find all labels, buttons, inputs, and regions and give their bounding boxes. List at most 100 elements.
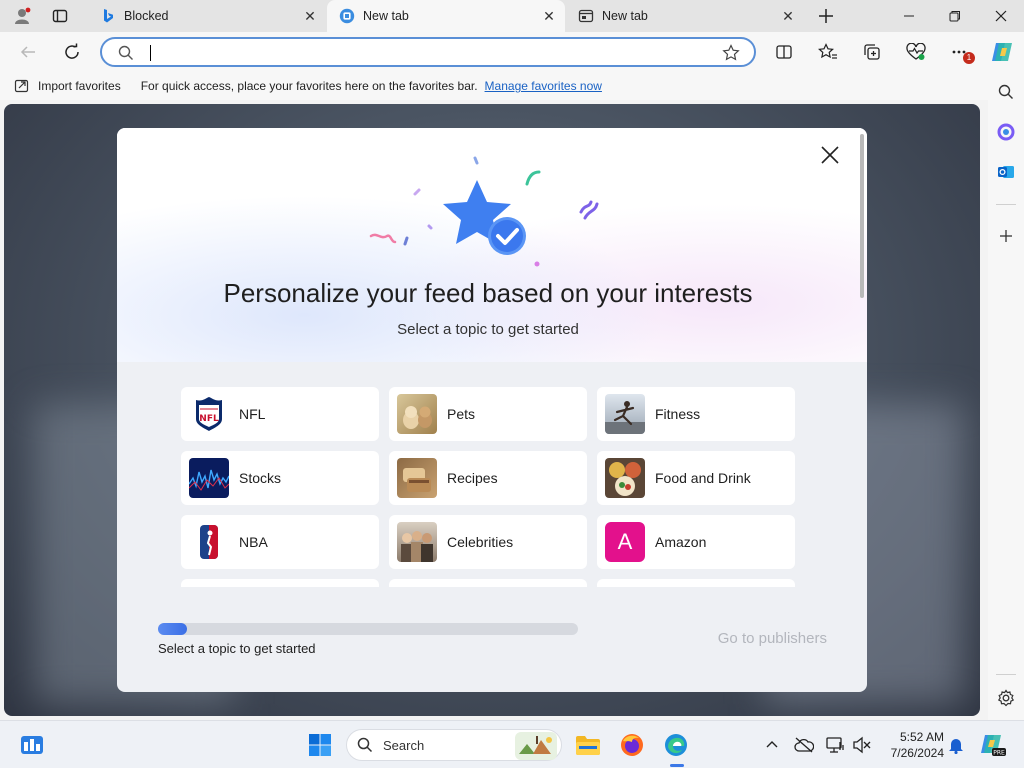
refresh-button[interactable] [58,38,86,66]
amazon-letter: A [617,529,633,554]
topic-nfl[interactable]: NFL NFL [181,387,379,441]
outlook-icon [998,166,1014,178]
copilot-button[interactable] [988,38,1016,66]
topic-celebrities[interactable]: Celebrities [389,515,587,569]
new-tab-button[interactable] [812,4,840,28]
tab-title: New tab [363,9,409,23]
show-hidden-icons-button[interactable] [762,735,782,755]
edge-icon [665,734,687,756]
progress-text: Select a topic to get started [158,641,316,656]
widgets-icon [21,736,43,754]
go-to-publishers-button[interactable]: Go to publishers [687,630,827,647]
onedrive-button[interactable] [794,735,814,755]
import-favorites-label: Import favorites [38,79,121,93]
tab-new-tab-active[interactable]: New tab ✕ [327,0,565,32]
favorites-button[interactable] [814,38,842,66]
monitor-network-icon [826,737,844,753]
split-screen-icon [776,45,792,59]
topic-label: Recipes [447,470,498,486]
sidebar-divider [996,674,1016,675]
copilot-preview-button[interactable]: PRE [980,733,1006,757]
tab-close-button[interactable]: ✕ [300,6,320,26]
minimize-button[interactable] [886,0,932,32]
amazon-letter-icon: A [605,522,645,562]
browser-essentials-button[interactable] [902,38,930,66]
topic-nba[interactable]: NBA [181,515,379,569]
dialog-scrollbar[interactable] [860,134,864,298]
topic-label: Fitness [655,406,701,422]
windows-taskbar: Search 5:52 AM 7/26/2024 PRE [0,720,1024,768]
sidebar-settings-button[interactable] [992,684,1020,712]
tab-strip: Blocked ✕ New tab ✕ New tab ✕ [0,0,1024,32]
address-bar[interactable] [100,37,756,67]
system-clock[interactable]: 5:52 AM 7/26/2024 [884,729,944,761]
topic-amazon[interactable]: A Amazon [597,515,795,569]
cloud-offline-icon [794,737,814,753]
food-photo-icon [605,458,645,498]
bing-icon [100,8,116,24]
chevron-up-icon [766,741,778,748]
topic-fitness[interactable]: Fitness [597,387,795,441]
taskbar-search-box[interactable]: Search [346,729,562,761]
notification-badge: 1 [963,52,975,64]
sidebar-copilot-button[interactable] [992,118,1020,146]
more-menu-button[interactable]: 1 [946,38,975,66]
clock-date: 7/26/2024 [890,746,944,760]
topic-recipes[interactable]: Recipes [389,451,587,505]
topic-pets[interactable]: Pets [389,387,587,441]
progress-fill [158,623,187,635]
firefox-button[interactable] [616,729,648,761]
profile-button[interactable] [8,4,36,28]
topic-label: Pets [447,406,476,422]
gear-icon [997,689,1015,707]
nba-logo-icon [189,522,229,562]
tab-actions-button[interactable] [46,4,74,28]
tab-close-button[interactable]: ✕ [778,6,798,26]
edge-button[interactable] [660,729,692,761]
file-explorer-button[interactable] [572,729,604,761]
heart-pulse-icon [906,43,926,60]
import-favorites-button[interactable]: Import favorites [14,78,121,94]
back-button[interactable] [14,38,42,66]
close-icon [821,146,839,164]
topic-food-and-drink[interactable]: Food and Drink [597,451,795,505]
topic-label: Food and Drink [655,470,751,486]
sidebar-add-button[interactable] [992,222,1020,250]
tab-blocked[interactable]: Blocked ✕ [88,0,326,32]
start-button[interactable] [304,729,336,761]
widgets-button[interactable] [16,729,48,761]
taskbar-search-label: Search [383,737,425,753]
collections-button[interactable] [858,38,886,66]
close-icon [995,10,1007,22]
tab-title: New tab [602,9,648,23]
topic-stocks[interactable]: Stocks [181,451,379,505]
network-button[interactable] [826,735,846,755]
dialog-subtitle: Select a topic to get started [397,321,579,338]
manage-favorites-link[interactable]: Manage favorites now [485,79,602,93]
tab-new-tab[interactable]: New tab ✕ [566,0,804,32]
windows-logo-icon [309,734,331,756]
sidebar-search-button[interactable] [992,78,1020,106]
sidebar-outlook-button[interactable] [992,158,1020,186]
tab-close-button[interactable]: ✕ [539,6,559,26]
topic-partial [389,579,587,587]
notifications-button[interactable] [946,735,966,755]
profile-icon [15,7,31,24]
copilot-pre-icon: PRE [981,735,1006,757]
topic-partial [597,579,795,587]
close-window-button[interactable] [978,0,1024,32]
tab-actions-icon [52,9,68,23]
favorite-star-icon[interactable] [722,44,740,62]
search-icon [357,737,373,753]
favorites-bar: Import favorites For quick access, place… [0,72,988,100]
volume-button[interactable] [852,735,872,755]
topic-partial [181,579,379,587]
clock-time: 5:52 AM [899,730,944,744]
speaker-muted-icon [853,736,871,754]
nfl-logo-icon: NFL [189,394,229,434]
close-dialog-button[interactable] [817,142,843,168]
restore-button[interactable] [932,0,978,32]
topic-label: Amazon [655,534,707,550]
search-highlight-icon [515,732,557,760]
split-screen-button[interactable] [770,38,798,66]
